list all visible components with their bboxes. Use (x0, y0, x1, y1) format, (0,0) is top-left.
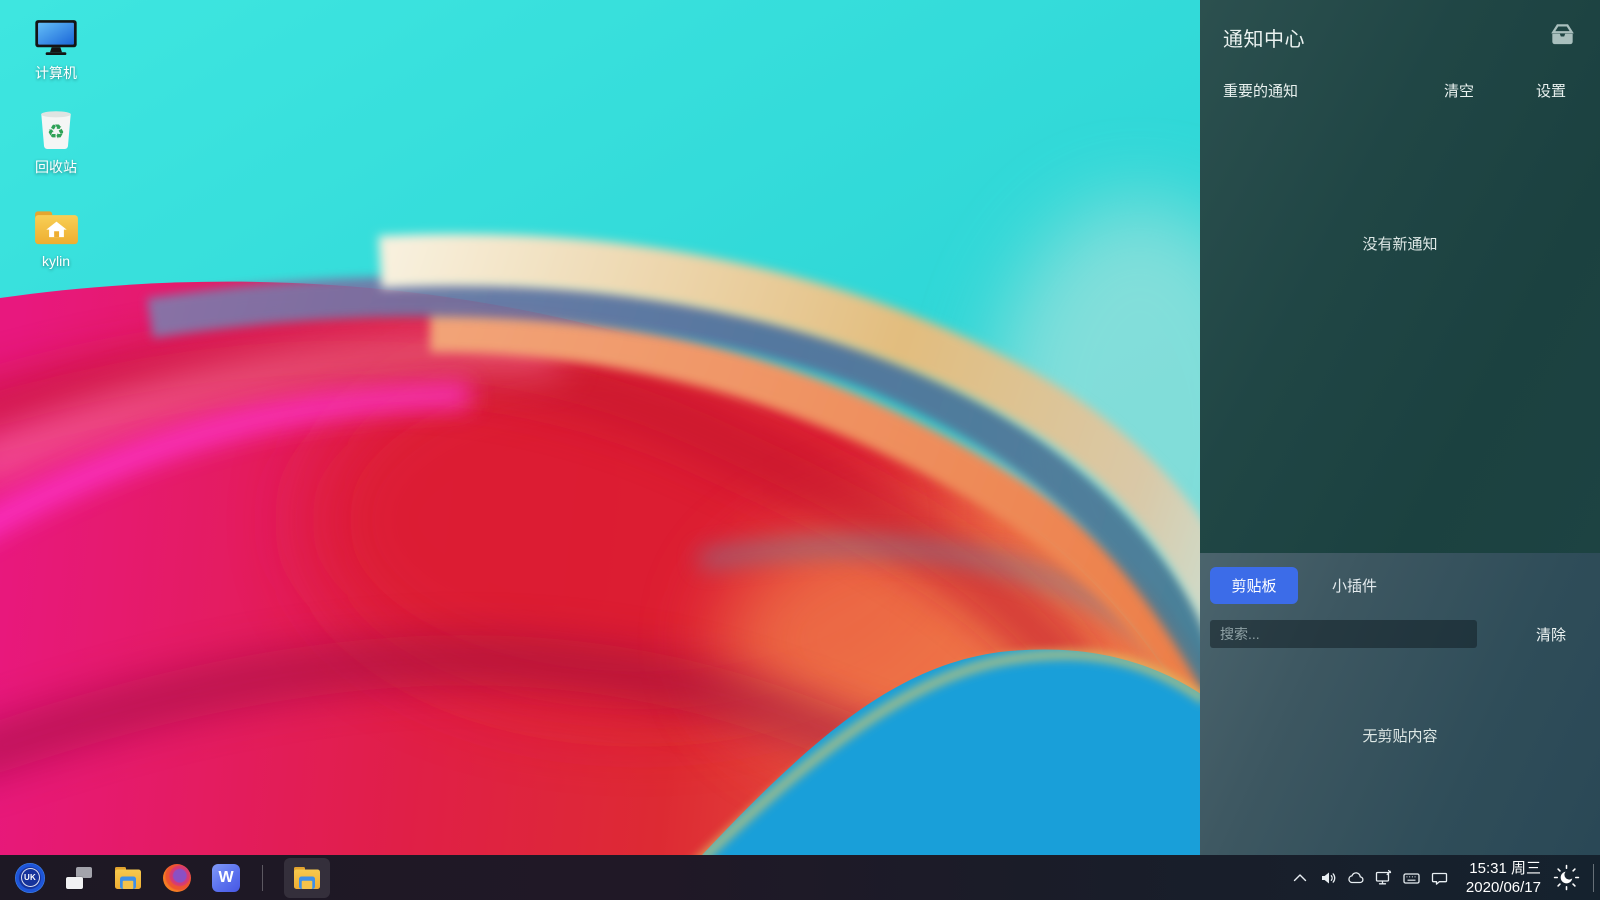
computer-icon (8, 14, 104, 56)
firefox-icon (163, 864, 191, 892)
task-view-button[interactable] (64, 863, 94, 893)
notifications-settings-button[interactable]: 设置 (1536, 80, 1566, 101)
keyboard-icon (1402, 869, 1421, 887)
task-view-icon (66, 867, 92, 889)
clipboard-section: 剪贴板 小插件 清除 无剪贴内容 (1200, 553, 1600, 855)
firefox-button[interactable] (162, 863, 192, 893)
desktop-icon-label: 计算机 (8, 63, 104, 83)
tab-widgets[interactable]: 小插件 (1332, 575, 1377, 596)
display-pen-icon (1374, 868, 1393, 887)
notification-center-panel: 通知中心 重要的通知 清空 设置 没有新通知 剪贴板 小插件 清除 无剪贴内容 (1200, 0, 1600, 855)
display-settings-button[interactable] (1370, 864, 1398, 892)
desktop-icon-label: 回收站 (8, 157, 104, 177)
panel-title: 通知中心 (1223, 23, 1305, 52)
tray-expand-button[interactable] (1286, 864, 1314, 892)
wps-writer-button[interactable]: W (211, 863, 241, 893)
no-clipboard-text: 无剪贴内容 (1200, 725, 1600, 746)
file-manager-button[interactable] (113, 863, 143, 893)
chevron-up-icon (1291, 869, 1309, 887)
message-bubble-icon (1430, 869, 1449, 887)
desktop-icon-kylin-home[interactable]: kylin (8, 204, 104, 269)
svg-text:♻: ♻ (47, 119, 65, 143)
desktop-icon-recycle-bin[interactable]: ♻ 回收站 (8, 108, 104, 177)
recycle-bin-icon: ♻ (8, 108, 104, 150)
active-file-manager-task[interactable] (284, 858, 330, 898)
cloud-sync-button[interactable] (1342, 864, 1370, 892)
volume-icon (1319, 869, 1337, 887)
cloud-icon (1346, 869, 1365, 887)
messages-button[interactable] (1426, 864, 1454, 892)
start-menu-button[interactable]: UK (15, 863, 45, 893)
desktop-icon-computer[interactable]: 计算机 (8, 14, 104, 83)
clipboard-clear-button[interactable]: 清除 (1536, 624, 1566, 645)
desktop-icon-label: kylin (8, 253, 104, 269)
clipboard-search-input[interactable] (1210, 620, 1477, 648)
volume-button[interactable] (1314, 864, 1342, 892)
inbox-icon[interactable] (1549, 22, 1576, 52)
notification-section: 通知中心 重要的通知 清空 设置 没有新通知 (1200, 0, 1600, 553)
important-notifications-label: 重要的通知 (1223, 80, 1298, 101)
ukui-logo-icon: UK (15, 863, 45, 893)
taskbar: UK W (0, 855, 1600, 900)
night-mode-icon (1553, 864, 1580, 891)
night-mode-button[interactable] (1551, 863, 1581, 893)
taskbar-separator (262, 865, 263, 891)
tab-clipboard[interactable]: 剪贴板 (1210, 567, 1298, 604)
wps-writer-icon: W (212, 864, 240, 892)
notifications-clear-button[interactable]: 清空 (1444, 80, 1474, 101)
show-desktop-strip[interactable] (1593, 864, 1594, 892)
input-method-button[interactable] (1398, 864, 1426, 892)
file-manager-icon (293, 866, 321, 890)
home-folder-icon (8, 204, 104, 246)
no-notifications-text: 没有新通知 (1200, 233, 1600, 254)
file-manager-icon (114, 866, 142, 890)
taskbar-clock[interactable]: 15:31 周三 2020/06/17 (1466, 859, 1541, 897)
